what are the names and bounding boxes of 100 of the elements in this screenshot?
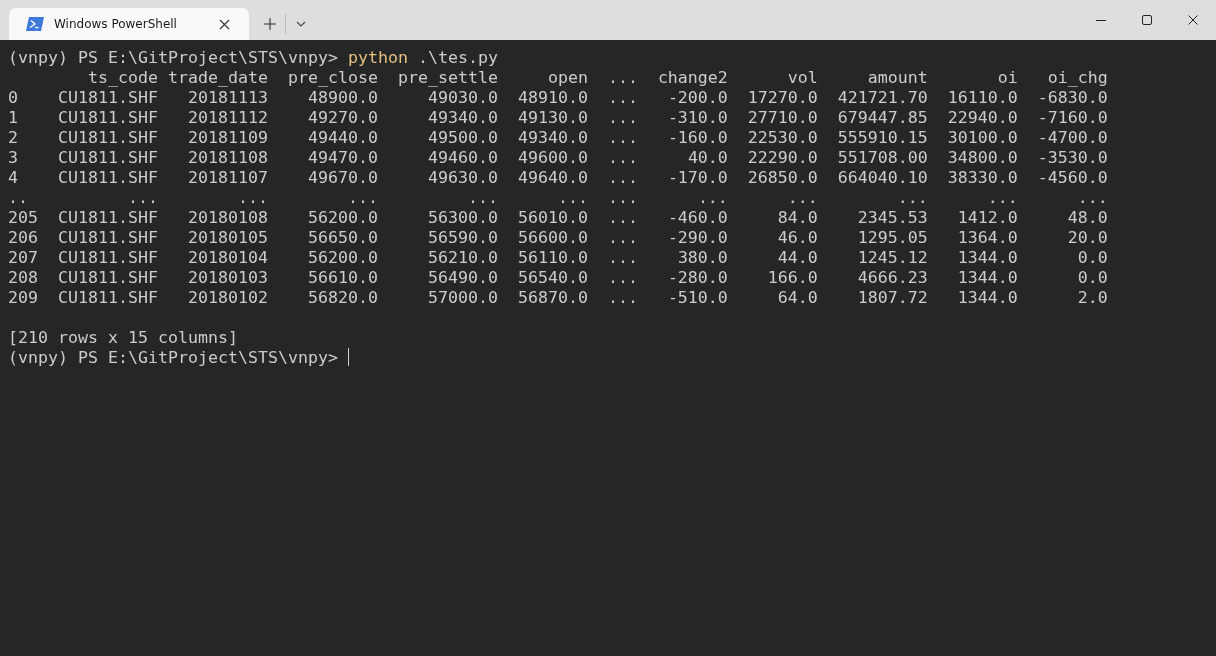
- table-cell: 0.0: [1077, 268, 1108, 288]
- table-cell: 1344.0: [957, 268, 1018, 288]
- table-cell: 84.0: [777, 208, 818, 228]
- table-cell: 2345.53: [857, 208, 928, 228]
- table-cell: 380.0: [677, 248, 728, 268]
- row-index: 208: [8, 268, 38, 288]
- table-cell: CU1811.SHF: [57, 288, 158, 308]
- tab-title: Windows PowerShell: [54, 17, 178, 31]
- table-cell: -6830.0: [1037, 88, 1108, 108]
- command-argument: .\tes.py: [418, 48, 498, 67]
- table-cell: ...: [607, 108, 638, 128]
- table-cell: ...: [987, 188, 1018, 208]
- table-cell: 44.0: [777, 248, 818, 268]
- table-cell: ...: [237, 188, 268, 208]
- table-cell: 1295.05: [857, 228, 928, 248]
- table-cell: ...: [607, 248, 638, 268]
- table-cell: -460.0: [667, 208, 728, 228]
- table-cell: 20180108: [187, 208, 268, 228]
- table-cell: 46.0: [777, 228, 818, 248]
- table-cell: ...: [467, 188, 498, 208]
- table-cell: ...: [607, 268, 638, 288]
- table-cell: 56610.0: [307, 268, 378, 288]
- table-cell: 48910.0: [517, 88, 588, 108]
- table-cell: 551708.00: [837, 148, 928, 168]
- column-header: amount: [867, 68, 928, 88]
- table-cell: 664040.10: [837, 168, 928, 188]
- table-cell: CU1811.SHF: [57, 148, 158, 168]
- plus-icon: [264, 18, 276, 30]
- table-cell: 1344.0: [957, 248, 1018, 268]
- table-cell: ...: [1077, 188, 1108, 208]
- table-cell: 56300.0: [427, 208, 498, 228]
- table-cell: 49340.0: [427, 108, 498, 128]
- table-cell: 56490.0: [427, 268, 498, 288]
- table-cell: 49130.0: [517, 108, 588, 128]
- command-text: python: [348, 48, 408, 67]
- table-cell: 56200.0: [307, 248, 378, 268]
- table-cell: ...: [607, 288, 638, 308]
- table-cell: -4700.0: [1037, 128, 1108, 148]
- table-cell: 26850.0: [747, 168, 818, 188]
- table-cell: 34800.0: [947, 148, 1018, 168]
- table-cell: 27710.0: [747, 108, 818, 128]
- table-cell: ...: [607, 188, 638, 208]
- table-cell: ...: [557, 188, 588, 208]
- table-cell: -4560.0: [1037, 168, 1108, 188]
- table-cell: -280.0: [667, 268, 728, 288]
- table-cell: CU1811.SHF: [57, 168, 158, 188]
- table-cell: 555910.15: [837, 128, 928, 148]
- table-cell: 49600.0: [517, 148, 588, 168]
- table-cell: 17270.0: [747, 88, 818, 108]
- table-cell: 20180104: [187, 248, 268, 268]
- table-cell: CU1811.SHF: [57, 248, 158, 268]
- prompt-text: (vnpy) PS E:\GitProject\STS\vnpy>: [8, 48, 338, 67]
- table-cell: 56210.0: [427, 248, 498, 268]
- table-cell: -290.0: [667, 228, 728, 248]
- table-cell: 20181108: [187, 148, 268, 168]
- column-header: vol: [787, 68, 818, 88]
- table-cell: 20181109: [187, 128, 268, 148]
- table-cell: -170.0: [667, 168, 728, 188]
- table-cell: ...: [897, 188, 928, 208]
- table-cell: 49500.0: [427, 128, 498, 148]
- chevron-down-icon: [296, 21, 306, 27]
- table-cell: 49340.0: [517, 128, 588, 148]
- table-cell: 49030.0: [427, 88, 498, 108]
- table-cell: ...: [127, 188, 158, 208]
- table-cell: 49460.0: [427, 148, 498, 168]
- table-cell: 49630.0: [427, 168, 498, 188]
- table-cell: 30100.0: [947, 128, 1018, 148]
- table-cell: 1364.0: [957, 228, 1018, 248]
- table-cell: 20180105: [187, 228, 268, 248]
- table-cell: 49640.0: [517, 168, 588, 188]
- table-cell: 56110.0: [517, 248, 588, 268]
- column-header: pre_settle: [397, 68, 498, 88]
- table-cell: 40.0: [687, 148, 728, 168]
- table-cell: 56870.0: [517, 288, 588, 308]
- table-cell: ...: [697, 188, 728, 208]
- table-cell: -200.0: [667, 88, 728, 108]
- table-cell: 56820.0: [307, 288, 378, 308]
- table-cell: 64.0: [777, 288, 818, 308]
- table-cell: ...: [607, 228, 638, 248]
- table-cell: ...: [607, 88, 638, 108]
- row-index: 2: [8, 128, 18, 148]
- table-cell: 20.0: [1067, 228, 1108, 248]
- table-cell: 166.0: [767, 268, 818, 288]
- column-header: pre_close: [287, 68, 378, 88]
- table-cell: 20181113: [187, 88, 268, 108]
- output-text: [210 rows x 15 columns]: [8, 328, 239, 348]
- table-cell: 48.0: [1067, 208, 1108, 228]
- table-cell: 56600.0: [517, 228, 588, 248]
- table-cell: -3530.0: [1037, 148, 1108, 168]
- column-header: ...: [607, 68, 638, 88]
- table-cell: 20181112: [187, 108, 268, 128]
- column-header: trade_date: [167, 68, 268, 88]
- table-cell: ...: [607, 208, 638, 228]
- table-cell: 20180103: [187, 268, 268, 288]
- row-index: 1: [8, 108, 18, 128]
- table-cell: CU1811.SHF: [57, 88, 158, 108]
- table-cell: CU1811.SHF: [57, 208, 158, 228]
- column-header: change2: [657, 68, 728, 88]
- tab[interactable]: Windows PowerShell: [9, 8, 249, 40]
- table-cell: 16110.0: [947, 88, 1018, 108]
